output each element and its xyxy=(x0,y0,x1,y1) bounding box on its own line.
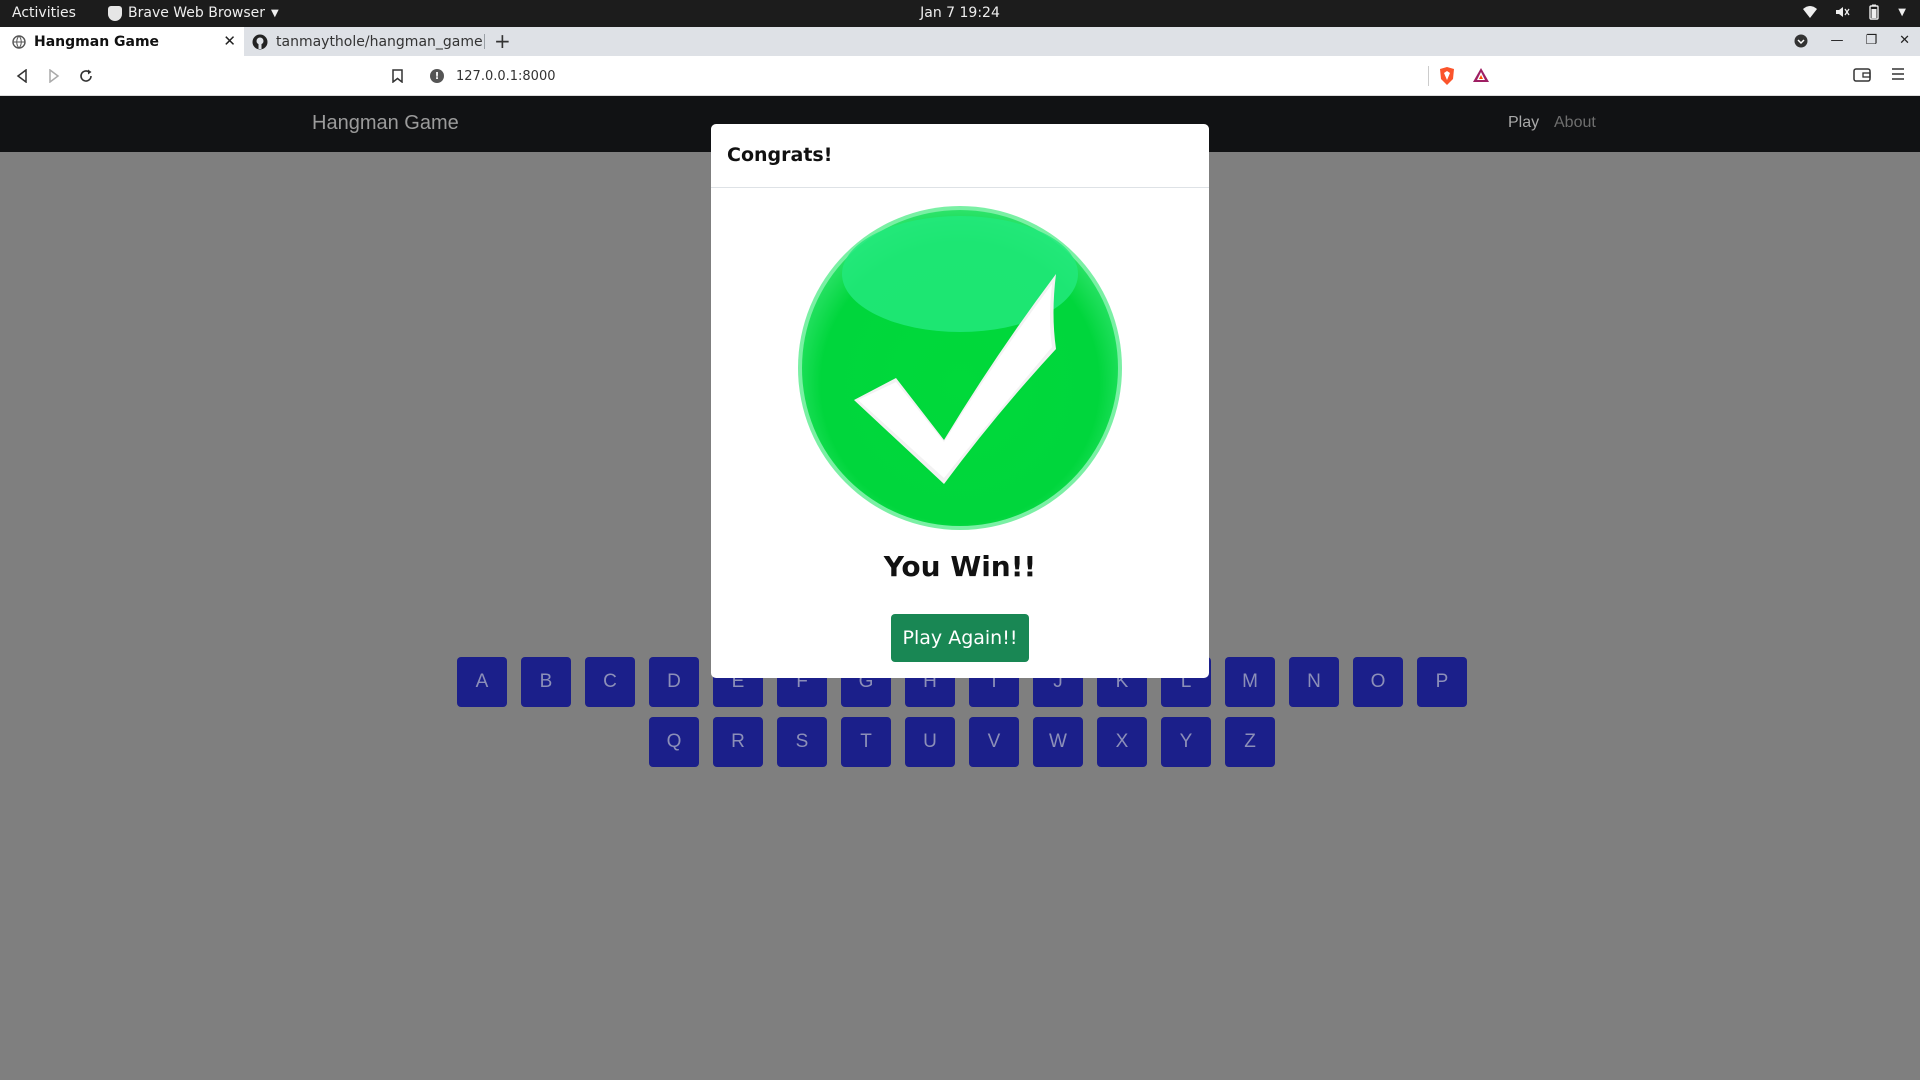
letter-key-z[interactable]: Z xyxy=(1225,717,1275,767)
toolbar-divider xyxy=(1428,66,1429,86)
letter-key-w[interactable]: W xyxy=(1033,717,1083,767)
volume-muted-icon xyxy=(1836,7,1850,17)
restore-icon[interactable]: ❐ xyxy=(1865,33,1877,48)
nav-link-play[interactable]: Play xyxy=(1508,114,1539,132)
reload-icon[interactable] xyxy=(75,65,97,87)
activities-button[interactable]: Activities xyxy=(12,5,76,21)
close-tab-icon[interactable]: ✕ xyxy=(223,32,236,50)
checkmark-circle-icon xyxy=(798,206,1122,530)
github-icon xyxy=(252,34,268,49)
new-tab-icon[interactable]: + xyxy=(494,29,511,53)
letter-key-d[interactable]: D xyxy=(649,657,699,707)
site-brand[interactable]: Hangman Game xyxy=(312,112,459,135)
tab-search-icon[interactable] xyxy=(1794,34,1808,48)
letter-key-o[interactable]: O xyxy=(1353,657,1403,707)
modal-header: Congrats! xyxy=(711,124,1209,188)
letter-key-c[interactable]: C xyxy=(585,657,635,707)
letter-key-r[interactable]: R xyxy=(713,717,763,767)
app-menu[interactable]: Brave Web Browser ▼ xyxy=(108,5,279,21)
letter-key-s[interactable]: S xyxy=(777,717,827,767)
tab-title: Hangman Game xyxy=(34,33,160,50)
letter-key-y[interactable]: Y xyxy=(1161,717,1211,767)
site-info-icon[interactable]: ! xyxy=(430,69,444,83)
tab-title: tanmaythole/hangman_game xyxy=(276,33,483,50)
tab-separator xyxy=(484,34,485,49)
letter-key-m[interactable]: M xyxy=(1225,657,1275,707)
address-bar[interactable]: ! 127.0.0.1:8000 xyxy=(420,63,1500,89)
tab-github-repo[interactable]: tanmaythole/hangman_game xyxy=(246,27,484,56)
win-message: You Win!! xyxy=(883,550,1037,583)
play-again-button[interactable]: Play Again!! xyxy=(891,614,1029,662)
system-tray[interactable]: ▼ xyxy=(1802,4,1906,20)
letter-key-t[interactable]: T xyxy=(841,717,891,767)
clock[interactable]: Jan 7 19:24 xyxy=(920,5,1000,21)
tab-hangman-game[interactable]: Hangman Game ✕ xyxy=(0,27,244,56)
battery-icon xyxy=(1869,4,1879,20)
letter-key-q[interactable]: Q xyxy=(649,717,699,767)
forward-icon[interactable] xyxy=(43,65,65,87)
brave-logo-icon xyxy=(108,5,122,21)
wallet-icon[interactable] xyxy=(1853,67,1871,83)
letter-key-a[interactable]: A xyxy=(457,657,507,707)
minimize-icon[interactable]: — xyxy=(1830,33,1843,48)
system-menu-caret-icon: ▼ xyxy=(1898,6,1906,18)
letter-key-x[interactable]: X xyxy=(1097,717,1147,767)
modal-title: Congrats! xyxy=(727,144,833,166)
browser-toolbar: ! 127.0.0.1:8000 xyxy=(0,56,1920,96)
win-modal: Congrats! You Win!! Play Again!! xyxy=(711,124,1209,678)
close-window-icon[interactable]: ✕ xyxy=(1899,33,1910,48)
letter-key-v[interactable]: V xyxy=(969,717,1019,767)
system-top-bar: Activities Brave Web Browser ▼ Jan 7 19:… xyxy=(0,0,1920,27)
caret-down-icon: ▼ xyxy=(271,7,279,19)
globe-icon xyxy=(12,34,26,49)
brave-rewards-icon[interactable] xyxy=(1472,67,1490,83)
window-controls: — ❐ ✕ xyxy=(1794,33,1910,48)
brave-shields-icon[interactable] xyxy=(1438,66,1456,86)
nav-link-about[interactable]: About xyxy=(1554,114,1596,132)
letter-key-b[interactable]: B xyxy=(521,657,571,707)
letter-key-p[interactable]: P xyxy=(1417,657,1467,707)
url-text: 127.0.0.1:8000 xyxy=(456,68,556,84)
app-menu-label: Brave Web Browser xyxy=(128,5,265,21)
back-icon[interactable] xyxy=(11,65,33,87)
wifi-icon xyxy=(1803,6,1818,18)
bookmark-icon[interactable] xyxy=(386,65,408,87)
hamburger-menu-icon[interactable] xyxy=(1890,67,1906,81)
letter-key-n[interactable]: N xyxy=(1289,657,1339,707)
tab-strip: Hangman Game ✕ tanmaythole/hangman_game … xyxy=(0,27,1920,56)
letter-key-u[interactable]: U xyxy=(905,717,955,767)
